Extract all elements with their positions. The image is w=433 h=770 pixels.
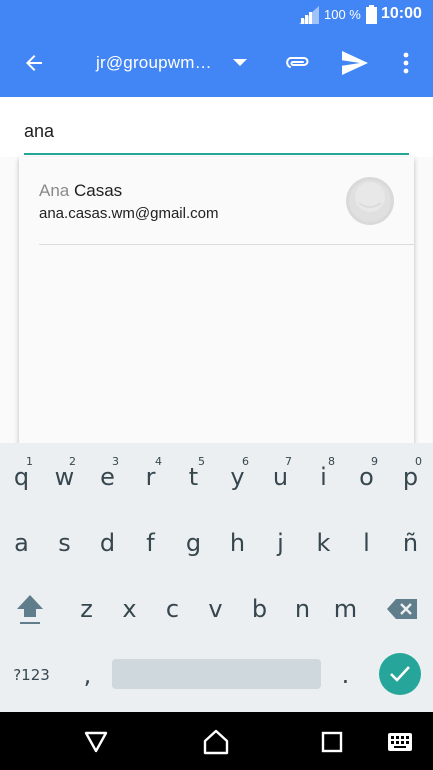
key-w[interactable]: 2w <box>43 447 86 507</box>
battery-percent: 100 % <box>324 7 361 22</box>
nav-home-icon <box>203 729 229 755</box>
key-n-tilde[interactable]: ñ <box>389 513 432 573</box>
account-dropdown-button[interactable] <box>220 43 260 83</box>
navigation-bar <box>0 712 433 770</box>
divider <box>39 244 414 245</box>
key-p[interactable]: 0p <box>389 447 432 507</box>
contact-suggestions: Ana Casas ana.casas.wm@gmail.com <box>19 157 414 457</box>
key-x[interactable]: x <box>108 579 151 639</box>
key-h[interactable]: h <box>216 513 259 573</box>
key-r[interactable]: 4r <box>129 447 172 507</box>
key-hint: 7 <box>285 455 292 468</box>
from-account-selector[interactable]: jr@groupwm… <box>96 53 212 73</box>
app-bar: jr@groupwm… <box>0 29 433 97</box>
key-n[interactable]: n <box>281 579 324 639</box>
key-y[interactable]: 6y <box>216 447 259 507</box>
key-t[interactable]: 5t <box>172 447 215 507</box>
more-vert-icon <box>403 52 409 74</box>
default-avatar-icon <box>349 180 391 222</box>
key-g[interactable]: g <box>172 513 215 573</box>
attach-button[interactable] <box>278 43 318 83</box>
keyboard: 1q 2w 3e 4r 5t 6y 7u 8i 9o 0p a s d f g … <box>0 443 433 712</box>
key-b[interactable]: b <box>238 579 281 639</box>
key-d[interactable]: d <box>86 513 129 573</box>
shift-icon <box>16 595 43 624</box>
suggestion-email: ana.casas.wm@gmail.com <box>39 205 219 222</box>
key-hint: 0 <box>415 455 422 468</box>
key-hint: 3 <box>112 455 119 468</box>
done-key[interactable] <box>379 653 421 695</box>
space-key[interactable] <box>112 659 321 689</box>
clock: 10:00 <box>381 5 422 22</box>
keyboard-switch-icon <box>388 733 412 751</box>
to-input-underline <box>24 153 409 155</box>
nav-recents-icon <box>321 731 343 753</box>
key-hint: 9 <box>371 455 378 468</box>
check-icon <box>390 666 410 682</box>
key-j[interactable]: j <box>259 513 302 573</box>
nav-home-button[interactable] <box>200 726 232 758</box>
key-hint: 1 <box>26 455 33 468</box>
status-bar: 100 % 10:00 <box>0 0 433 29</box>
key-v[interactable]: v <box>194 579 237 639</box>
backspace-icon <box>386 599 417 619</box>
key-c[interactable]: c <box>151 579 194 639</box>
nav-recents-button[interactable] <box>316 726 348 758</box>
key-a[interactable]: a <box>0 513 43 573</box>
key-f[interactable]: f <box>129 513 172 573</box>
avatar <box>346 177 394 225</box>
key-hint: 2 <box>69 455 76 468</box>
attach-icon <box>286 57 309 68</box>
suggestion-name-rest: Casas <box>69 181 123 200</box>
key-k[interactable]: k <box>302 513 345 573</box>
send-button[interactable] <box>335 43 375 83</box>
dropdown-arrow-icon <box>233 59 247 66</box>
key-l[interactable]: l <box>345 513 388 573</box>
key-q[interactable]: 1q <box>0 447 43 507</box>
suggestion-name: Ana Casas <box>39 181 122 201</box>
keyboard-switch-button[interactable] <box>384 726 416 758</box>
nav-back-button[interactable] <box>80 726 112 758</box>
signal-icon <box>299 6 319 24</box>
key-hint: 4 <box>155 455 162 468</box>
backspace-key[interactable] <box>380 579 423 639</box>
key-i[interactable]: 8i <box>302 447 345 507</box>
shift-key[interactable] <box>8 579 51 639</box>
key-e[interactable]: 3e <box>86 447 129 507</box>
nav-back-icon <box>84 731 108 753</box>
back-button[interactable] <box>14 43 54 83</box>
more-options-button[interactable] <box>386 43 426 83</box>
key-m[interactable]: m <box>324 579 367 639</box>
comma-key[interactable]: , <box>66 645 109 705</box>
key-o[interactable]: 9o <box>345 447 388 507</box>
key-u[interactable]: 7u <box>259 447 302 507</box>
suggestion-name-match: Ana <box>39 181 70 200</box>
suggestion-item[interactable]: Ana Casas ana.casas.wm@gmail.com <box>19 157 414 245</box>
key-hint: 8 <box>328 455 335 468</box>
send-icon <box>342 51 368 75</box>
key-hint: 6 <box>242 455 249 468</box>
key-hint: 5 <box>198 455 205 468</box>
key-label: i <box>320 463 327 491</box>
battery-icon <box>366 5 377 24</box>
key-label: r <box>145 463 156 491</box>
symbols-key[interactable]: ?123 <box>10 645 53 705</box>
key-z[interactable]: z <box>65 579 108 639</box>
back-arrow-icon <box>26 55 42 71</box>
period-key[interactable]: . <box>324 645 367 705</box>
key-label: t <box>188 463 199 491</box>
key-s[interactable]: s <box>43 513 86 573</box>
to-input[interactable]: ana <box>24 121 409 142</box>
